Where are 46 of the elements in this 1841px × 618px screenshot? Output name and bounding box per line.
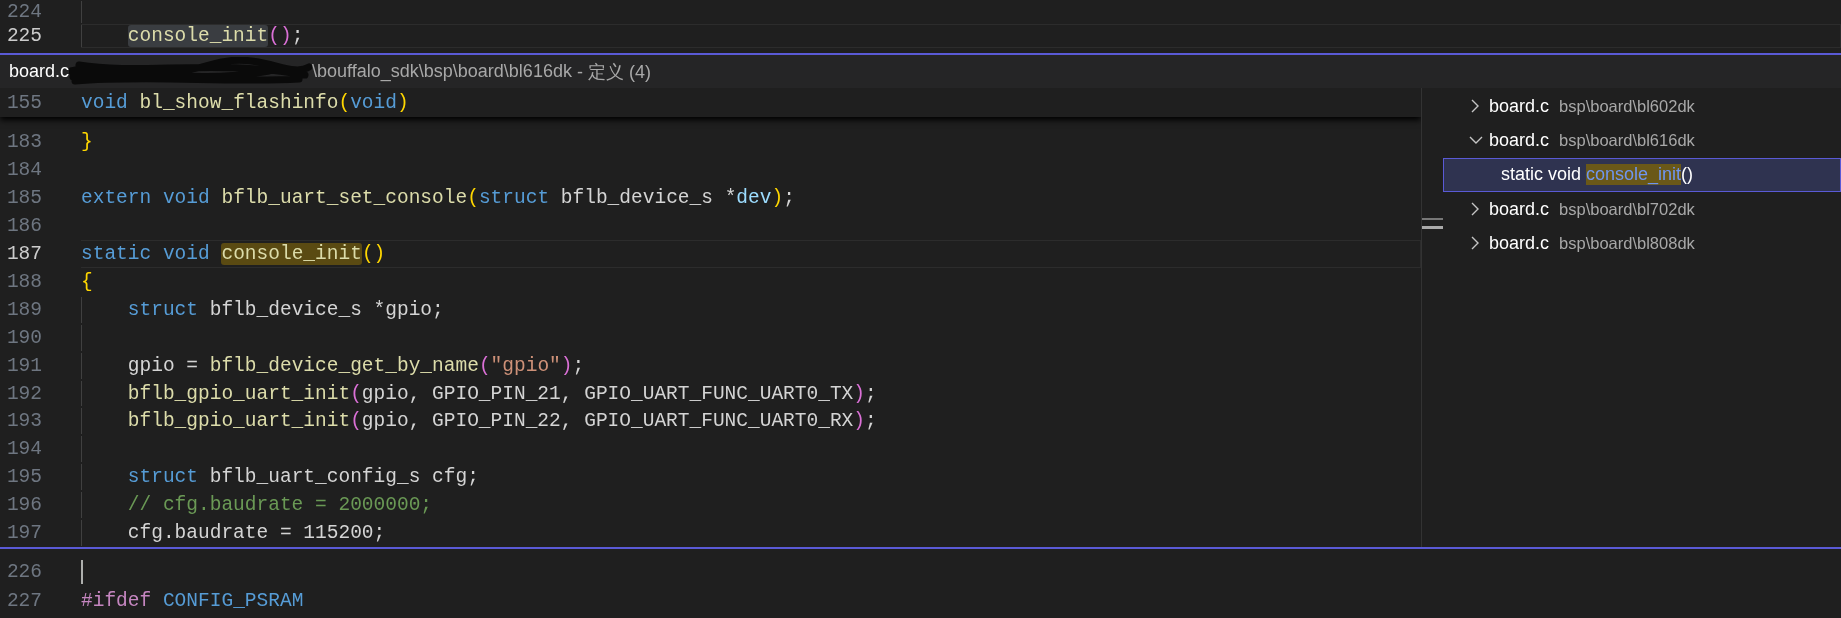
scrollbar-marks-drawing xyxy=(1422,218,1443,229)
code-line: bflb_gpio_uart_init(gpio, GPIO_PIN_21, GPIO_UART_FUNC_UART0_TX); xyxy=(127,381,877,407)
line-number: 194 xyxy=(5,438,42,461)
code-line: bflb_gpio_uart_init(gpio, GPIO_PIN_22, GPIO_UART_FUNC_UART0_RX); xyxy=(127,409,877,435)
line-number: 192 xyxy=(5,382,42,405)
code-line: // cfg.baudrate = 2000000; xyxy=(127,493,433,519)
code-line: void bl_show_flashinfo(void) xyxy=(81,91,409,117)
line-number: 187 xyxy=(5,242,42,265)
chevron-right-icon xyxy=(1471,202,1479,217)
peek-file-path: \bouffalo_sdk\bsp\board\bl616dk xyxy=(312,61,572,82)
peek-file-name: board.c xyxy=(9,61,70,82)
line-number: 186 xyxy=(5,215,42,238)
line-number: 197 xyxy=(5,522,42,545)
chevron-right-icon xyxy=(1471,99,1479,114)
line-number: 224 xyxy=(5,1,42,23)
line-number: 184 xyxy=(5,159,42,182)
line-number: 190 xyxy=(5,326,42,349)
reference-match-item[interactable]: static void console_init() xyxy=(1443,157,1841,192)
line-number: 226 xyxy=(5,561,42,584)
line-number: 183 xyxy=(5,131,42,154)
code-line: struct bflb_uart_config_s cfg; xyxy=(127,465,479,491)
line-number: 185 xyxy=(5,187,42,210)
line-number: 227 xyxy=(5,589,42,612)
code-line: extern void bflb_uart_set_console(struct bflb_device_s *dev); xyxy=(81,186,795,212)
code-line: cfg.baudrate = 115200; xyxy=(127,521,386,546)
reference-item[interactable]: board.c bsp\board\bl602dk xyxy=(1443,89,1841,124)
peek-title-suffix: - 定义 (4) xyxy=(575,60,651,84)
chevron-down-icon xyxy=(1469,136,1483,145)
reference-item[interactable]: board.c bsp\board\bl808dk xyxy=(1443,226,1841,261)
code-line: } xyxy=(81,130,93,156)
code-line: static void console_init() xyxy=(81,241,386,267)
line-number: 195 xyxy=(5,466,42,489)
code-line: gpio = bflb_device_get_by_name("gpio"); xyxy=(127,353,585,379)
chevron-right-icon xyxy=(1471,236,1479,251)
code-line: #ifdef CONFIG_PSRAM xyxy=(81,588,304,614)
line-number: 155 xyxy=(5,92,42,115)
reference-item[interactable]: board.c bsp\board\bl616dk xyxy=(1443,123,1841,158)
code-line: { xyxy=(81,269,93,295)
line-number: 188 xyxy=(5,270,42,293)
line-number: 191 xyxy=(5,354,42,377)
line-number: 189 xyxy=(5,298,42,321)
line-number: 196 xyxy=(5,494,42,517)
code-line: struct bflb_device_s *gpio; xyxy=(127,297,444,323)
reference-item[interactable]: board.c bsp\board\bl702dk xyxy=(1443,191,1841,227)
line-number: 193 xyxy=(5,410,42,433)
line-number: 225 xyxy=(5,25,42,47)
